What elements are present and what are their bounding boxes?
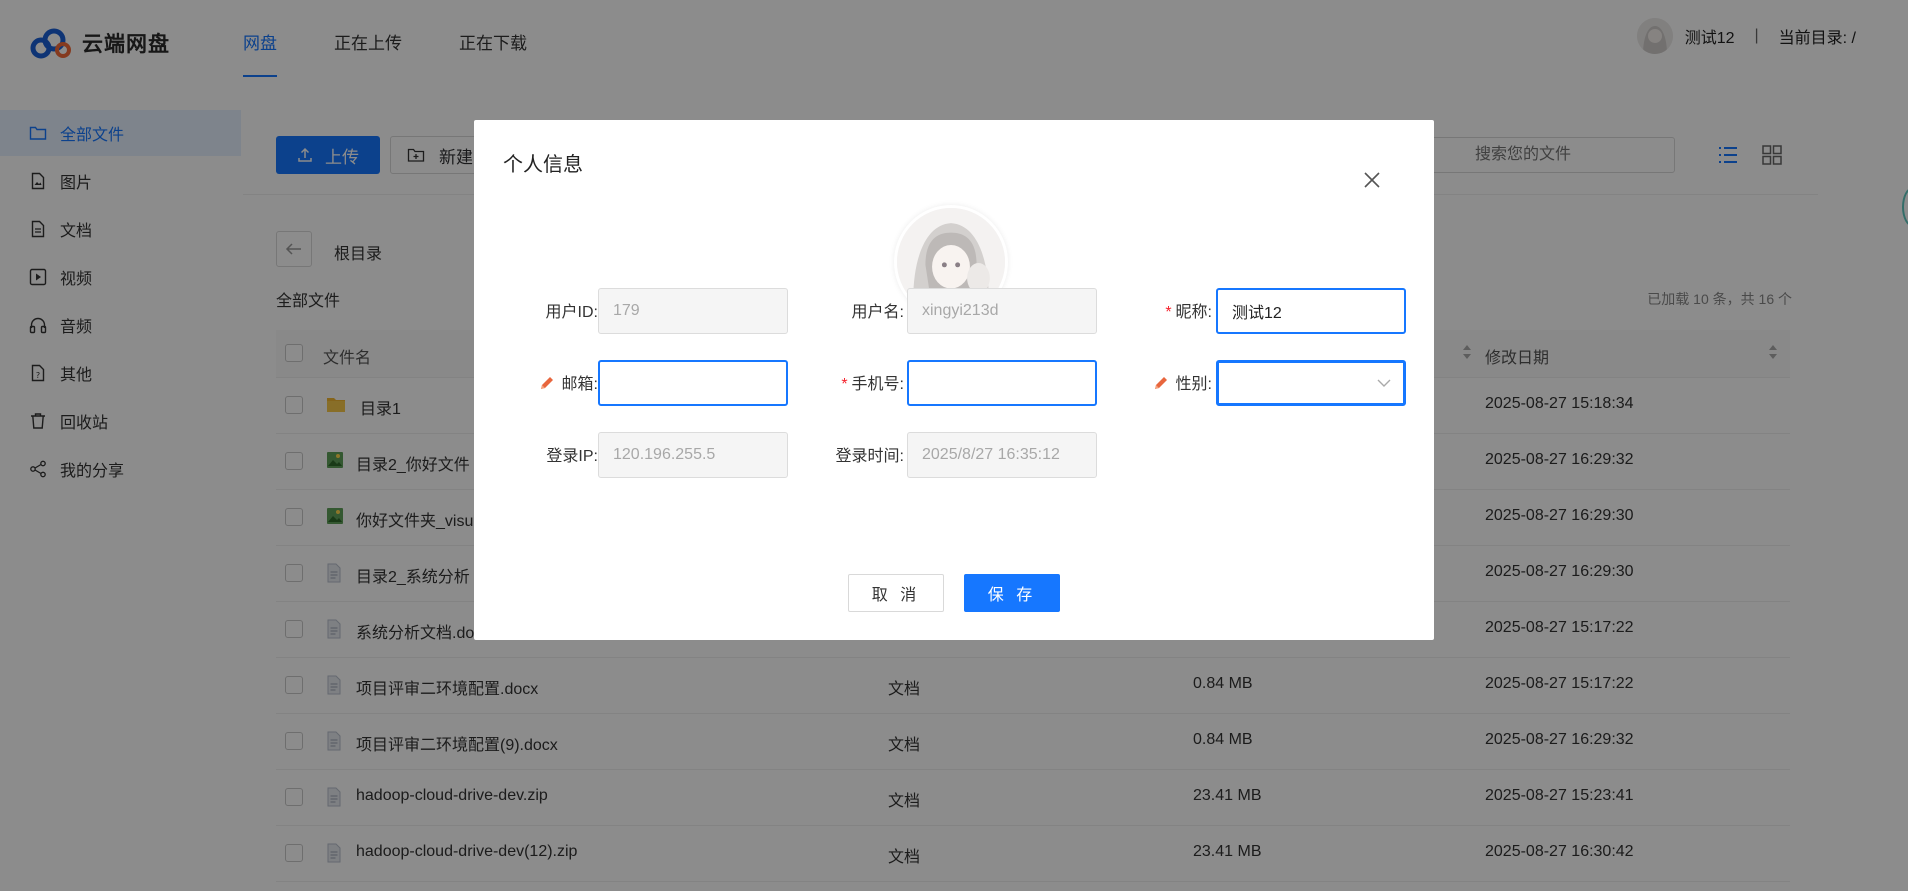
nickname-label: * 昵称: <box>1140 298 1212 322</box>
login-time-field: 2025/8/27 16:35:12 <box>907 432 1097 478</box>
email-label-text: 邮箱: <box>561 376 598 393</box>
dialog-title: 个人信息 <box>503 154 583 176</box>
login-time-label: 登录时间: <box>835 448 904 465</box>
email-input[interactable] <box>598 360 788 406</box>
nickname-label-text: 昵称: <box>1175 304 1212 321</box>
username-label: 用户名: <box>851 304 904 321</box>
profile-dialog: 个人信息 用户ID: 179 用户名: xingyi213d *昵称: 邮箱: … <box>474 120 1434 640</box>
username-field: xingyi213d <box>907 288 1097 334</box>
required-mark: * <box>1165 304 1172 321</box>
close-icon[interactable] <box>1362 170 1382 190</box>
nickname-input[interactable] <box>1216 288 1406 334</box>
user-id-label: 用户ID: <box>545 304 598 321</box>
gender-label-text: 性别: <box>1175 376 1212 393</box>
chevron-down-icon <box>1377 379 1391 387</box>
cancel-button[interactable]: 取 消 <box>848 574 944 612</box>
save-button[interactable]: 保 存 <box>964 574 1060 612</box>
phone-label-text: 手机号: <box>851 376 904 393</box>
pencil-icon <box>540 377 553 389</box>
email-label: 邮箱: <box>518 370 598 394</box>
pencil-icon <box>1154 377 1167 389</box>
phone-input[interactable] <box>907 360 1097 406</box>
phone-label: * 手机号: <box>814 370 904 394</box>
required-mark: * <box>841 376 848 393</box>
gender-select[interactable] <box>1216 360 1406 406</box>
login-ip-label: 登录IP: <box>546 448 598 465</box>
user-id-field: 179 <box>598 288 788 334</box>
login-ip-field: 120.196.255.5 <box>598 432 788 478</box>
gender-label: 性别: <box>1138 370 1212 394</box>
